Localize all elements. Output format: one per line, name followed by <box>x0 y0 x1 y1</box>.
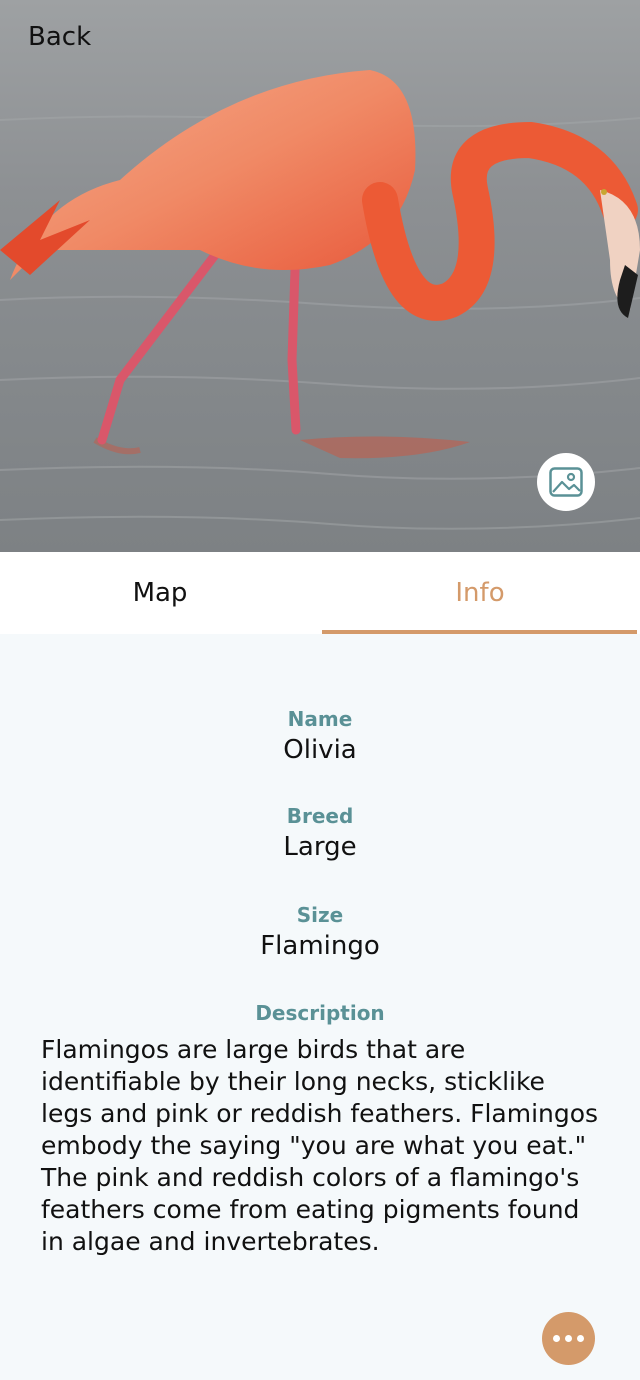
description-text: Flamingos are large birds that are ident… <box>41 1035 599 1256</box>
more-options-button[interactable] <box>542 1312 595 1365</box>
name-label: Name <box>287 707 353 731</box>
image-icon <box>549 467 583 497</box>
gallery-button[interactable] <box>537 453 595 511</box>
name-value: Olivia <box>283 735 357 765</box>
info-panel: Name Olivia Breed Large Size Flamingo De… <box>0 634 640 1380</box>
description-label: Description <box>255 1001 385 1025</box>
breed-field: Breed Large <box>0 804 640 862</box>
size-label: Size <box>296 903 344 927</box>
tab-bar: Map Info <box>0 552 640 634</box>
breed-value: Large <box>283 832 357 862</box>
breed-label: Breed <box>286 804 354 828</box>
back-button[interactable]: Back <box>28 22 91 52</box>
name-field: Name Olivia <box>0 707 640 765</box>
tab-info[interactable]: Info <box>320 552 640 634</box>
more-horizontal-icon <box>551 1335 587 1342</box>
tab-map[interactable]: Map <box>0 552 320 634</box>
size-value: Flamingo <box>260 931 380 961</box>
size-field: Size Flamingo <box>0 903 640 961</box>
description-field: Description <box>0 1001 640 1025</box>
hero-image: Back <box>0 0 640 552</box>
